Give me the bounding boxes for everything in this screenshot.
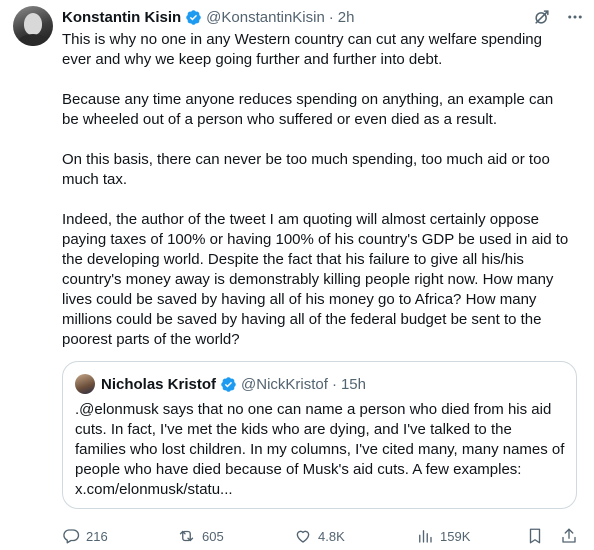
author-avatar[interactable] [13, 6, 53, 46]
quote-author-name[interactable]: Nicholas Kristof [101, 376, 216, 393]
quote-text: .@elonmusk says that no one can name a p… [75, 401, 565, 498]
share-icon [560, 527, 578, 545]
quoted-tweet[interactable]: Nicholas Kristof @NickKristof · 15h .@el… [62, 361, 577, 509]
author-name[interactable]: Konstantin Kisin [62, 9, 181, 26]
bookmark-button[interactable] [526, 527, 560, 545]
quote-time[interactable]: 15h [341, 376, 366, 393]
tweet-header: Konstantin Kisin @KonstantinKisin · 2h [62, 6, 584, 28]
share-button[interactable] [560, 527, 580, 545]
tweet-time[interactable]: 2h [338, 9, 355, 26]
separator-dot: · [331, 375, 337, 393]
quote-author-avatar[interactable] [75, 374, 95, 394]
reply-button[interactable]: 216 [62, 527, 177, 545]
tweet-text: This is why no one in any Western countr… [62, 30, 572, 370]
bookmark-icon [526, 527, 544, 545]
like-count: 4.8K [318, 528, 345, 544]
repost-button[interactable]: 605 [177, 527, 294, 545]
more-icon[interactable] [566, 8, 584, 26]
avatar-shoulders [17, 34, 49, 46]
quote-header: Nicholas Kristof @NickKristof · 15h [75, 374, 366, 394]
views-count: 159K [440, 528, 471, 544]
separator-dot: · [328, 8, 334, 26]
tweet-paragraph: Indeed, the author of the tweet I am quo… [62, 211, 569, 348]
avatar-face [24, 13, 42, 35]
quote-author-handle[interactable]: @NickKristof [241, 376, 328, 393]
like-icon [294, 527, 312, 545]
like-button[interactable]: 4.8K [294, 527, 416, 545]
grok-icon[interactable] [532, 7, 552, 27]
verified-badge-icon [185, 9, 202, 26]
reply-count: 216 [86, 528, 108, 544]
action-bar: 216 605 4.8K 159K [62, 525, 582, 547]
verified-badge-icon [220, 376, 237, 393]
tweet-paragraph: On this basis, there can never be too mu… [62, 151, 550, 188]
header-actions [532, 7, 584, 27]
tweet-paragraph: Because any time anyone reduces spending… [62, 91, 554, 128]
repost-icon [177, 527, 196, 545]
repost-count: 605 [202, 528, 224, 544]
reply-icon [62, 527, 80, 545]
tweet-paragraph: This is why no one in any Western countr… [62, 31, 542, 68]
views-icon [416, 527, 434, 545]
author-handle[interactable]: @KonstantinKisin [206, 9, 325, 26]
views-button[interactable]: 159K [416, 527, 526, 545]
